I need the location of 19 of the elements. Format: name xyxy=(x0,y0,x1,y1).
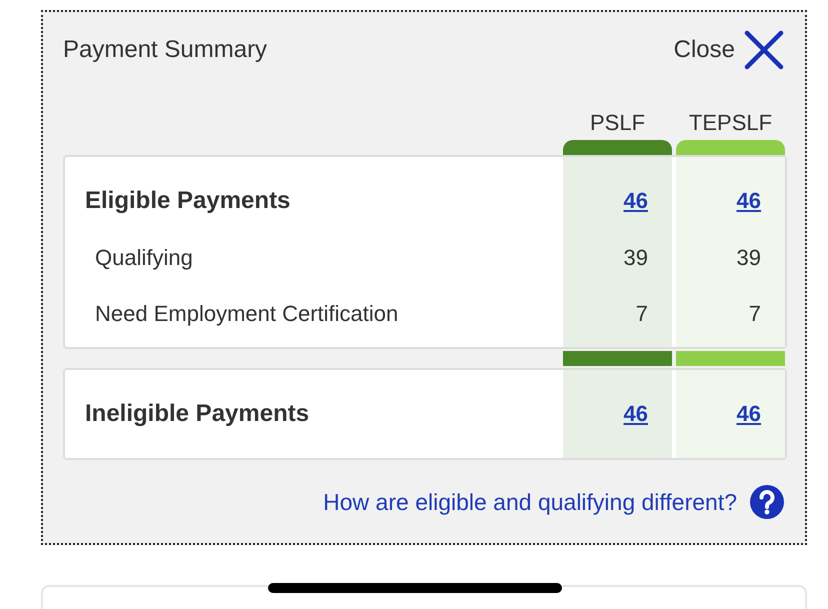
panel-title: Payment Summary xyxy=(63,36,268,64)
table-cell: 39 xyxy=(676,245,785,297)
table-cell: 7 xyxy=(563,297,672,347)
row-label: Need Employment Certification xyxy=(94,300,400,328)
row-label: Qualifying xyxy=(94,245,194,272)
column-header: PSLF xyxy=(588,110,646,136)
count-link[interactable]: 46 xyxy=(624,188,648,214)
help-icon[interactable] xyxy=(749,484,785,520)
close-icon xyxy=(743,29,785,71)
count-link[interactable]: 46 xyxy=(736,188,761,214)
table-cell: 7 xyxy=(676,297,785,347)
count-link[interactable]: 46 xyxy=(624,401,648,427)
help-link[interactable]: How are eligible and qualifying different? xyxy=(323,488,737,516)
column-header: TEPSLF xyxy=(688,110,774,136)
close-button[interactable]: Close xyxy=(674,29,785,71)
section-title: Eligible Payments xyxy=(84,186,292,216)
count-link[interactable]: 46 xyxy=(736,401,761,427)
table-cell: 39 xyxy=(563,245,672,297)
section-title: Ineligible Payments xyxy=(84,399,310,429)
